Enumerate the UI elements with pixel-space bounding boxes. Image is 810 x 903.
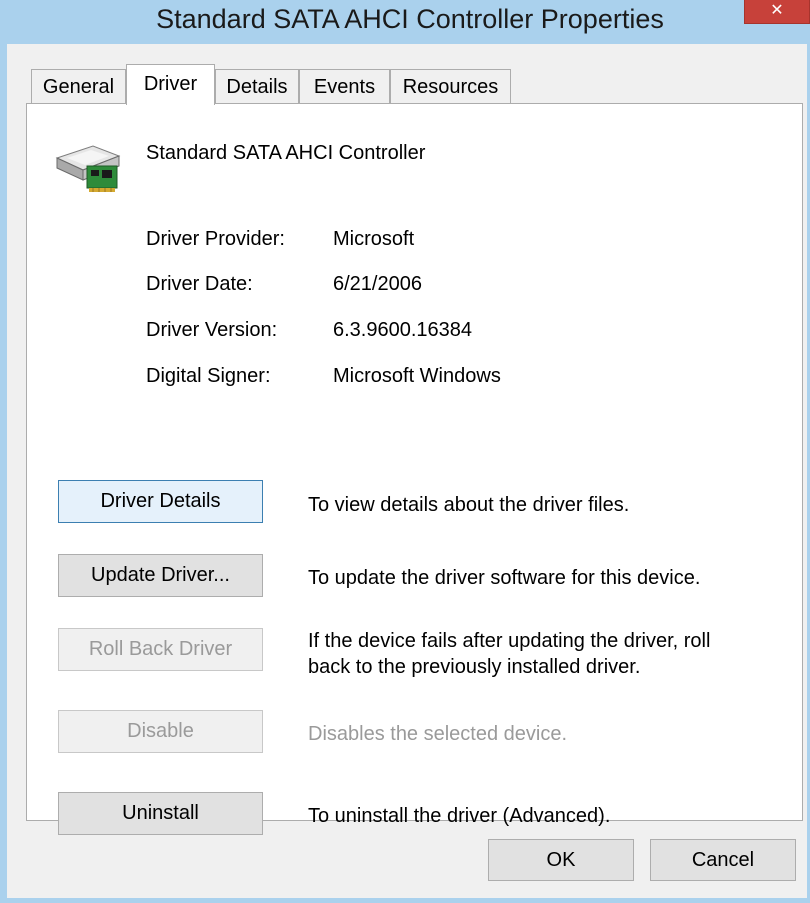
driver-details-button[interactable]: Driver Details xyxy=(58,480,263,523)
driver-date-label: Driver Date: xyxy=(146,273,253,295)
tab-driver[interactable]: Driver xyxy=(126,64,215,105)
roll-back-description-line-1: If the device fails after updating the d… xyxy=(308,630,711,652)
tab-label: Driver xyxy=(143,73,198,95)
tab-label: Details xyxy=(226,76,288,98)
driver-details-description: To view details about the driver files. xyxy=(308,494,630,516)
window-frame-bottom xyxy=(0,898,810,903)
cancel-button[interactable]: Cancel xyxy=(650,839,796,881)
uninstall-driver-description: To uninstall the driver (Advanced). xyxy=(308,805,611,827)
ok-button[interactable]: OK xyxy=(488,839,634,881)
digital-signer-value: Microsoft Windows xyxy=(333,365,501,387)
window-frame-left xyxy=(0,44,7,903)
tab-resources[interactable]: Resources xyxy=(390,69,511,103)
driver-date-value: 6/21/2006 xyxy=(333,273,422,295)
tab-general[interactable]: General xyxy=(31,69,126,103)
uninstall-driver-button[interactable]: Uninstall xyxy=(58,792,263,835)
disable-device-description: Disables the selected device. xyxy=(308,723,568,745)
disable-device-button: Disable xyxy=(58,710,263,753)
window-title: Standard SATA AHCI Controller Properties xyxy=(156,4,664,34)
tab-label: Resources xyxy=(402,76,499,98)
device-name: Standard SATA AHCI Controller xyxy=(146,142,426,164)
roll-back-description-line-2: back to the previously installed driver. xyxy=(308,656,641,678)
tab-events[interactable]: Events xyxy=(299,69,390,103)
tab-label: General xyxy=(42,76,115,98)
driver-tab-panel: Standard SATA AHCI Controller Driver Pro… xyxy=(26,103,803,835)
roll-back-driver-button: Roll Back Driver xyxy=(58,628,263,671)
update-driver-button[interactable]: Update Driver... xyxy=(58,554,263,597)
driver-version-label: Driver Version: xyxy=(146,319,278,341)
title-bar: Standard SATA AHCI Controller Properties… xyxy=(0,0,810,44)
driver-version-value: 6.3.9600.16384 xyxy=(333,319,473,341)
tab-label: Events xyxy=(313,76,376,98)
close-icon: ✕ xyxy=(770,2,784,19)
dialog-client-area: General Driver Details Events Resources … xyxy=(7,44,807,898)
driver-provider-label: Driver Provider: xyxy=(146,228,285,250)
driver-provider-value: Microsoft xyxy=(333,228,415,250)
tab-details[interactable]: Details xyxy=(215,69,299,103)
update-driver-description: To update the driver software for this d… xyxy=(308,567,701,589)
roll-back-driver-description: If the device fails after updating the d… xyxy=(308,628,778,680)
close-button[interactable]: ✕ xyxy=(744,0,810,24)
storage-controller-icon xyxy=(55,145,121,192)
digital-signer-label: Digital Signer: xyxy=(146,365,271,387)
